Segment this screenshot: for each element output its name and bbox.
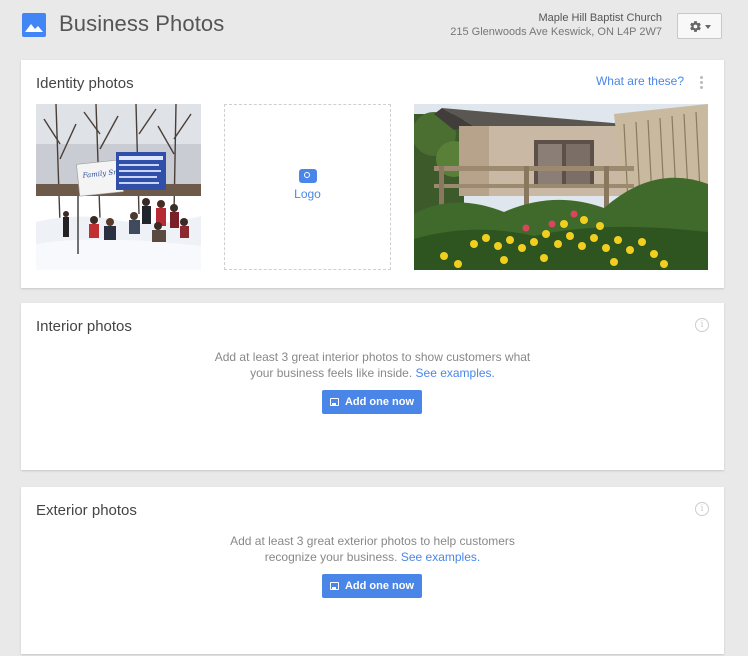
profile-photo-image [414, 104, 708, 270]
add-exterior-photo-button[interactable]: Add one now [322, 574, 422, 598]
image-icon [329, 398, 339, 406]
camera-icon [298, 169, 317, 183]
more-vert-icon[interactable] [700, 76, 704, 92]
see-examples-link[interactable]: See examples. [401, 550, 480, 564]
info-icon[interactable]: i [695, 502, 709, 516]
add-interior-photo-button[interactable]: Add one now [322, 390, 422, 414]
interior-photos-title: Interior photos [36, 318, 132, 335]
interior-photos-card: Interior photos i Add at least 3 great i… [21, 303, 724, 470]
exterior-empty-message: Add at least 3 great exterior photos to … [230, 534, 515, 564]
gear-icon [689, 20, 701, 32]
business-address: 215 Glenwoods Ave Keswick, ON L4P 2W7 [450, 26, 662, 38]
identity-photos-title: Identity photos [36, 75, 134, 92]
logo-upload-prompt: Logo [225, 169, 390, 201]
page-title: Business Photos [59, 11, 225, 36]
image-icon [329, 582, 339, 590]
page-header: Business Photos Maple Hill Baptist Churc… [0, 0, 748, 52]
info-icon[interactable]: i [695, 318, 709, 332]
see-examples-link[interactable]: See examples. [416, 366, 495, 380]
profile-photo[interactable] [414, 104, 708, 270]
logo-upload-slot[interactable]: Logo [224, 104, 391, 270]
chevron-down-icon [704, 24, 711, 29]
cover-photo-image: Family Snow Day [36, 104, 201, 270]
exterior-photos-title: Exterior photos [36, 502, 137, 519]
cover-photo[interactable]: Family Snow Day [36, 104, 201, 270]
photos-mountain-icon [22, 13, 46, 37]
identity-photos-card: Identity photos What are these? Family S… [21, 60, 724, 288]
interior-empty-message: Add at least 3 great interior photos to … [214, 350, 531, 380]
what-are-these-link[interactable]: What are these? [596, 74, 684, 88]
settings-button[interactable] [677, 13, 722, 39]
exterior-photos-card: Exterior photos i Add at least 3 great e… [21, 487, 724, 654]
business-name: Maple Hill Baptist Church [538, 12, 663, 24]
logo-label: Logo [294, 187, 321, 201]
